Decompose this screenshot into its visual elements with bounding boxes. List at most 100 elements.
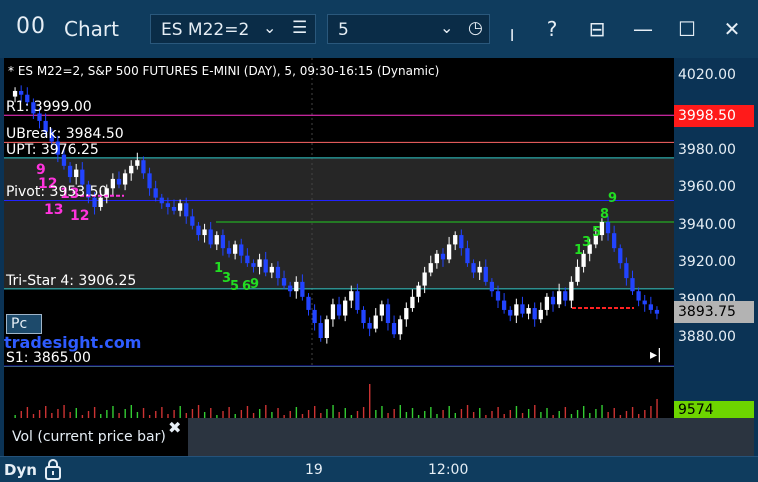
dyn-button[interactable]: Dyn <box>4 461 37 479</box>
close-icon[interactable]: ✖ <box>168 418 181 437</box>
candle-body <box>520 304 525 314</box>
level-label-upt: UPT: 3976.25 <box>6 141 99 158</box>
setup-count-magenta: 12 <box>70 208 89 224</box>
chevron-down-icon[interactable]: ⌄ <box>440 18 453 37</box>
candle-body <box>12 90 18 97</box>
pin-icon[interactable]: ╷ <box>497 14 527 44</box>
volume-bar <box>332 405 334 419</box>
candle-body <box>336 304 342 316</box>
candle-body <box>245 255 250 264</box>
candle-body <box>184 203 189 217</box>
close-icon[interactable]: ✕ <box>717 14 747 44</box>
scroll-to-end-icon[interactable]: ▸| <box>650 347 662 363</box>
candle-body <box>501 300 507 310</box>
candle-body <box>232 244 238 254</box>
candle-body <box>226 248 232 254</box>
candle-body <box>324 319 329 338</box>
candle-body <box>281 278 287 286</box>
symbol-selector[interactable]: ES M22=2 ⌄ ☰ <box>150 14 316 44</box>
template-icon[interactable]: ⊟ <box>582 14 612 44</box>
help-icon[interactable]: ? <box>537 14 567 44</box>
volume-bar <box>466 405 469 419</box>
candle-body <box>257 259 262 267</box>
candle-body <box>428 263 433 273</box>
candle-body <box>122 173 128 185</box>
candle-body <box>453 235 458 245</box>
setup-count-magenta: 13 <box>44 202 63 218</box>
candle-body <box>642 300 647 305</box>
candle-body <box>306 296 311 310</box>
candle-body <box>116 178 122 185</box>
time-tick: 12:00 <box>428 462 469 478</box>
volume-bar <box>369 384 371 419</box>
volume-pane[interactable] <box>4 366 674 419</box>
candle-body <box>312 309 317 324</box>
volume-indicator-label[interactable]: Vol (current price bar) <box>4 418 188 456</box>
candle-body <box>465 248 470 264</box>
candle-body <box>526 308 531 314</box>
symbol-value: ES M22=2 <box>161 20 250 40</box>
candle-body <box>110 178 116 189</box>
candle-body <box>153 188 158 198</box>
candle-body <box>446 244 452 260</box>
candle-body <box>288 285 293 292</box>
candle-body <box>190 216 195 226</box>
watermark: tradesight.com <box>4 333 142 352</box>
interval-value: 5 <box>338 20 349 40</box>
candle-body <box>343 300 348 316</box>
candle-body <box>483 266 488 282</box>
candle-body <box>477 266 482 273</box>
candle-body <box>294 281 299 292</box>
candle-body <box>471 263 476 273</box>
price-tick: 4020.00 <box>678 67 736 83</box>
level-label-s1: S1: 3865.00 <box>6 350 91 367</box>
candle-body <box>532 308 537 320</box>
chevron-down-icon[interactable]: ⌄ <box>263 18 276 37</box>
candle-body <box>398 319 403 335</box>
volume-bar <box>399 405 401 419</box>
candle-body <box>391 323 397 335</box>
candle-body <box>208 229 213 245</box>
lock-icon[interactable] <box>44 458 62 480</box>
candle-body <box>196 225 201 236</box>
candle-body <box>147 173 152 189</box>
candle-body <box>495 291 501 301</box>
price-tick: 3980.00 <box>678 141 736 158</box>
minimize-icon[interactable]: — <box>628 14 658 44</box>
level-label-tristar: Tri-Star 4: 3906.25 <box>6 272 137 289</box>
candle-body <box>367 323 372 329</box>
candle-body <box>422 272 427 286</box>
price-chart-svg[interactable]: 91213 1213135 6913589 <box>4 58 674 366</box>
candle-body <box>556 291 562 305</box>
candle-body <box>165 203 171 207</box>
clock-icon[interactable]: ◷ <box>468 18 483 38</box>
interval-selector[interactable]: 5 ⌄ ◷ <box>327 14 490 44</box>
candle-body <box>440 253 446 260</box>
title-bar: 00 Chart ES M22=2 ⌄ ☰ 5 ⌄ ◷ ╷ ? ⊟ — ☐ ✕ <box>0 0 758 58</box>
price-tick: 3880.00 <box>678 329 736 345</box>
candle-body <box>416 285 421 297</box>
candle-body <box>373 315 378 329</box>
volume-flag: 9574 <box>674 401 754 419</box>
candle-body <box>575 266 580 282</box>
candle-body <box>202 229 207 236</box>
setup-count-green: 5 <box>230 279 239 294</box>
level-label-ubreak: UBreak: 3984.50 <box>6 126 124 143</box>
candle-body <box>330 304 336 320</box>
menu-icon[interactable]: ☰ <box>292 18 307 38</box>
candle-body <box>19 90 24 95</box>
candle-body <box>159 197 164 204</box>
time-axis[interactable]: Dyn 19 12:00 <box>0 456 758 482</box>
candle-body <box>171 207 177 211</box>
candle-body <box>538 309 543 320</box>
indicator-label-bar: Vol (current price bar) ✖ <box>4 418 754 456</box>
candle-body <box>618 248 623 264</box>
candle-body <box>569 281 574 301</box>
price-chart[interactable]: 9 12 13 12 13 1 3 5 6 9 1 3 5 8 9 * ES M22=2, S&P 500 … <box>4 58 674 366</box>
candle-body <box>459 235 464 249</box>
maximize-icon[interactable]: ☐ <box>672 14 702 44</box>
candle-body <box>74 169 79 178</box>
price-axis[interactable]: 4020.00 3980.00 3960.00 3940.00 3920.00 3900.… <box>674 58 754 366</box>
pc-button[interactable]: Pc <box>6 314 42 334</box>
candle-body <box>67 165 73 178</box>
